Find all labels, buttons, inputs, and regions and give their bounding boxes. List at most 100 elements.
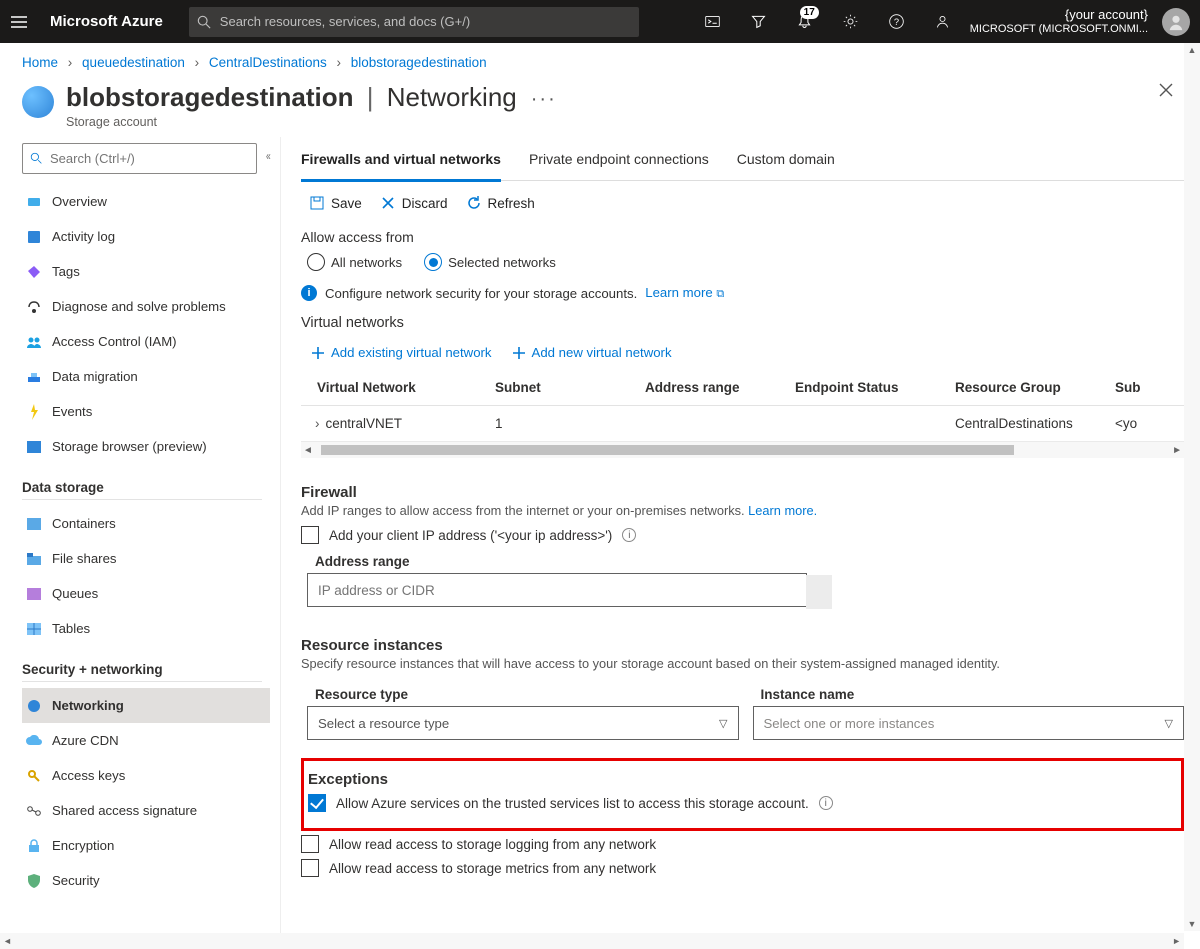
col-address-range: Address range [631,370,781,406]
sidebar-item-azure-cdn[interactable]: Azure CDN [22,723,270,758]
top-bar: Microsoft Azure 17 ? {your account} MICR… [0,0,1200,43]
sidebar-item-tags[interactable]: Tags [22,254,270,289]
sidebar-item-events[interactable]: Events [22,394,270,429]
sidebar-item-access-keys[interactable]: Access keys [22,758,270,793]
tab-firewalls[interactable]: Firewalls and virtual networks [301,141,501,182]
events-icon [26,404,42,420]
more-actions-icon[interactable]: ··· [531,88,557,111]
add-client-ip-checkbox[interactable]: Add your client IP address ('<your ip ad… [301,526,1184,544]
close-icon[interactable] [1158,82,1174,101]
allow-access-label: Allow access from [301,229,1184,245]
sidebar-item-encryption[interactable]: Encryption [22,828,270,863]
address-range-add-button[interactable] [806,575,832,609]
sidebar-item-diagnose[interactable]: Diagnose and solve problems [22,289,270,324]
sidebar-search[interactable] [22,143,257,174]
crumb-2[interactable]: CentralDestinations [209,55,327,70]
svg-text:?: ? [894,17,899,27]
crumb-3[interactable]: blobstoragedestination [351,55,487,70]
hamburger-icon[interactable] [10,13,28,31]
tab-bar: Firewalls and virtual networks Private e… [301,141,1184,181]
cloud-shell-icon[interactable] [694,0,732,43]
directory-filter-icon[interactable] [740,0,778,43]
sidebar-item-file-shares[interactable]: File shares [22,541,270,576]
radio-all-networks[interactable]: All networks [307,253,402,271]
activity-log-icon [26,229,42,245]
instance-name-label: Instance name [761,687,1185,702]
add-existing-vnet-button[interactable]: Add existing virtual network [311,345,492,360]
table-row[interactable]: ›centralVNET 1 CentralDestinations <yo [301,406,1184,442]
exception-trusted-services-checkbox[interactable]: Allow Azure services on the trusted serv… [308,794,1171,812]
configure-hint: i Configure network security for your st… [301,285,1184,301]
resource-instances-help: Specify resource instances that will hav… [301,656,1184,671]
feedback-icon[interactable] [924,0,962,43]
sidebar-item-data-migration[interactable]: Data migration [22,359,270,394]
info-tooltip-icon[interactable]: i [622,528,636,542]
exceptions-heading: Exceptions [308,771,1171,788]
page-title: blobstoragedestination | Networking [66,82,517,113]
sidebar-item-tables[interactable]: Tables [22,611,270,646]
search-icon [197,15,211,29]
table-horizontal-scrollbar[interactable]: ◄► [301,442,1184,458]
sidebar-item-networking[interactable]: Networking [22,688,270,723]
account-block[interactable]: {your account} MICROSOFT (MICROSOFT.ONMI… [970,8,1154,36]
notification-badge: 17 [800,6,819,19]
exception-logging-checkbox[interactable]: Allow read access to storage logging fro… [301,835,1184,853]
exceptions-highlight: Exceptions Allow Azure services on the t… [301,758,1184,831]
firewall-learn-more-link[interactable]: Learn more. [748,503,817,518]
search-icon [30,152,43,165]
discard-button[interactable]: Discard [380,195,448,211]
refresh-button[interactable]: Refresh [466,195,535,211]
col-virtual-network: Virtual Network [301,370,481,406]
collapse-sidebar-icon[interactable]: « [266,149,271,163]
tab-custom-domain[interactable]: Custom domain [737,141,835,180]
sidebar-search-input[interactable] [48,150,249,167]
sidebar-item-storage-browser[interactable]: Storage browser (preview) [22,429,270,464]
radio-selected-networks[interactable]: Selected networks [424,253,556,271]
info-tooltip-icon[interactable]: i [819,796,833,810]
firewall-help: Add IP ranges to allow access from the i… [301,503,1184,518]
resource-type-label: Storage account [66,115,517,129]
page-vertical-scrollbar[interactable]: ▲▼ [1184,43,1200,931]
sidebar-item-sas[interactable]: Shared access signature [22,793,270,828]
col-subscription: Sub [1101,370,1184,406]
settings-gear-icon[interactable] [832,0,870,43]
page-horizontal-scrollbar[interactable]: ◄► [0,933,1184,949]
tags-icon [26,264,42,280]
storage-account-icon [22,86,54,118]
crumb-home[interactable]: Home [22,55,58,70]
sidebar-item-queues[interactable]: Queues [22,576,270,611]
exception-metrics-checkbox[interactable]: Allow read access to storage metrics fro… [301,859,1184,877]
sidebar-item-iam[interactable]: Access Control (IAM) [22,324,270,359]
sidebar-item-security[interactable]: Security [22,863,270,898]
global-search-input[interactable] [218,13,631,30]
add-new-vnet-button[interactable]: Add new virtual network [512,345,672,360]
resource-type-select[interactable]: Select a resource type▽ [307,706,739,740]
sidebar-item-containers[interactable]: Containers [22,506,270,541]
brand-label[interactable]: Microsoft Azure [50,13,163,30]
address-range-label: Address range [315,554,1184,569]
access-keys-icon [26,768,42,784]
address-range-input[interactable] [308,583,806,598]
queues-icon [26,586,42,602]
main-content: Firewalls and virtual networks Private e… [281,137,1200,947]
data-migration-icon [26,369,42,385]
sidebar-item-overview[interactable]: Overview [22,184,270,219]
sidebar: « Overview Activity log Tags Diagnose an… [0,137,281,947]
crumb-1[interactable]: queuedestination [82,55,185,70]
instance-name-select[interactable]: Select one or more instances▽ [753,706,1185,740]
help-icon[interactable]: ? [878,0,916,43]
chevron-right-icon[interactable]: › [315,416,320,431]
notifications-icon[interactable]: 17 [786,0,824,43]
sidebar-group-data-storage: Data storage [22,480,262,500]
global-search[interactable] [189,7,639,37]
access-radio-group: All networks Selected networks [301,253,1184,271]
save-button[interactable]: Save [309,195,362,211]
col-endpoint-status: Endpoint Status [781,370,941,406]
avatar[interactable] [1162,8,1190,36]
sidebar-item-activity-log[interactable]: Activity log [22,219,270,254]
tab-private-endpoints[interactable]: Private endpoint connections [529,141,709,180]
address-range-input-wrap [307,573,807,607]
command-bar: Save Discard Refresh [301,181,1184,223]
learn-more-link[interactable]: Learn more ⧉ [645,285,724,301]
info-icon: i [301,285,317,301]
